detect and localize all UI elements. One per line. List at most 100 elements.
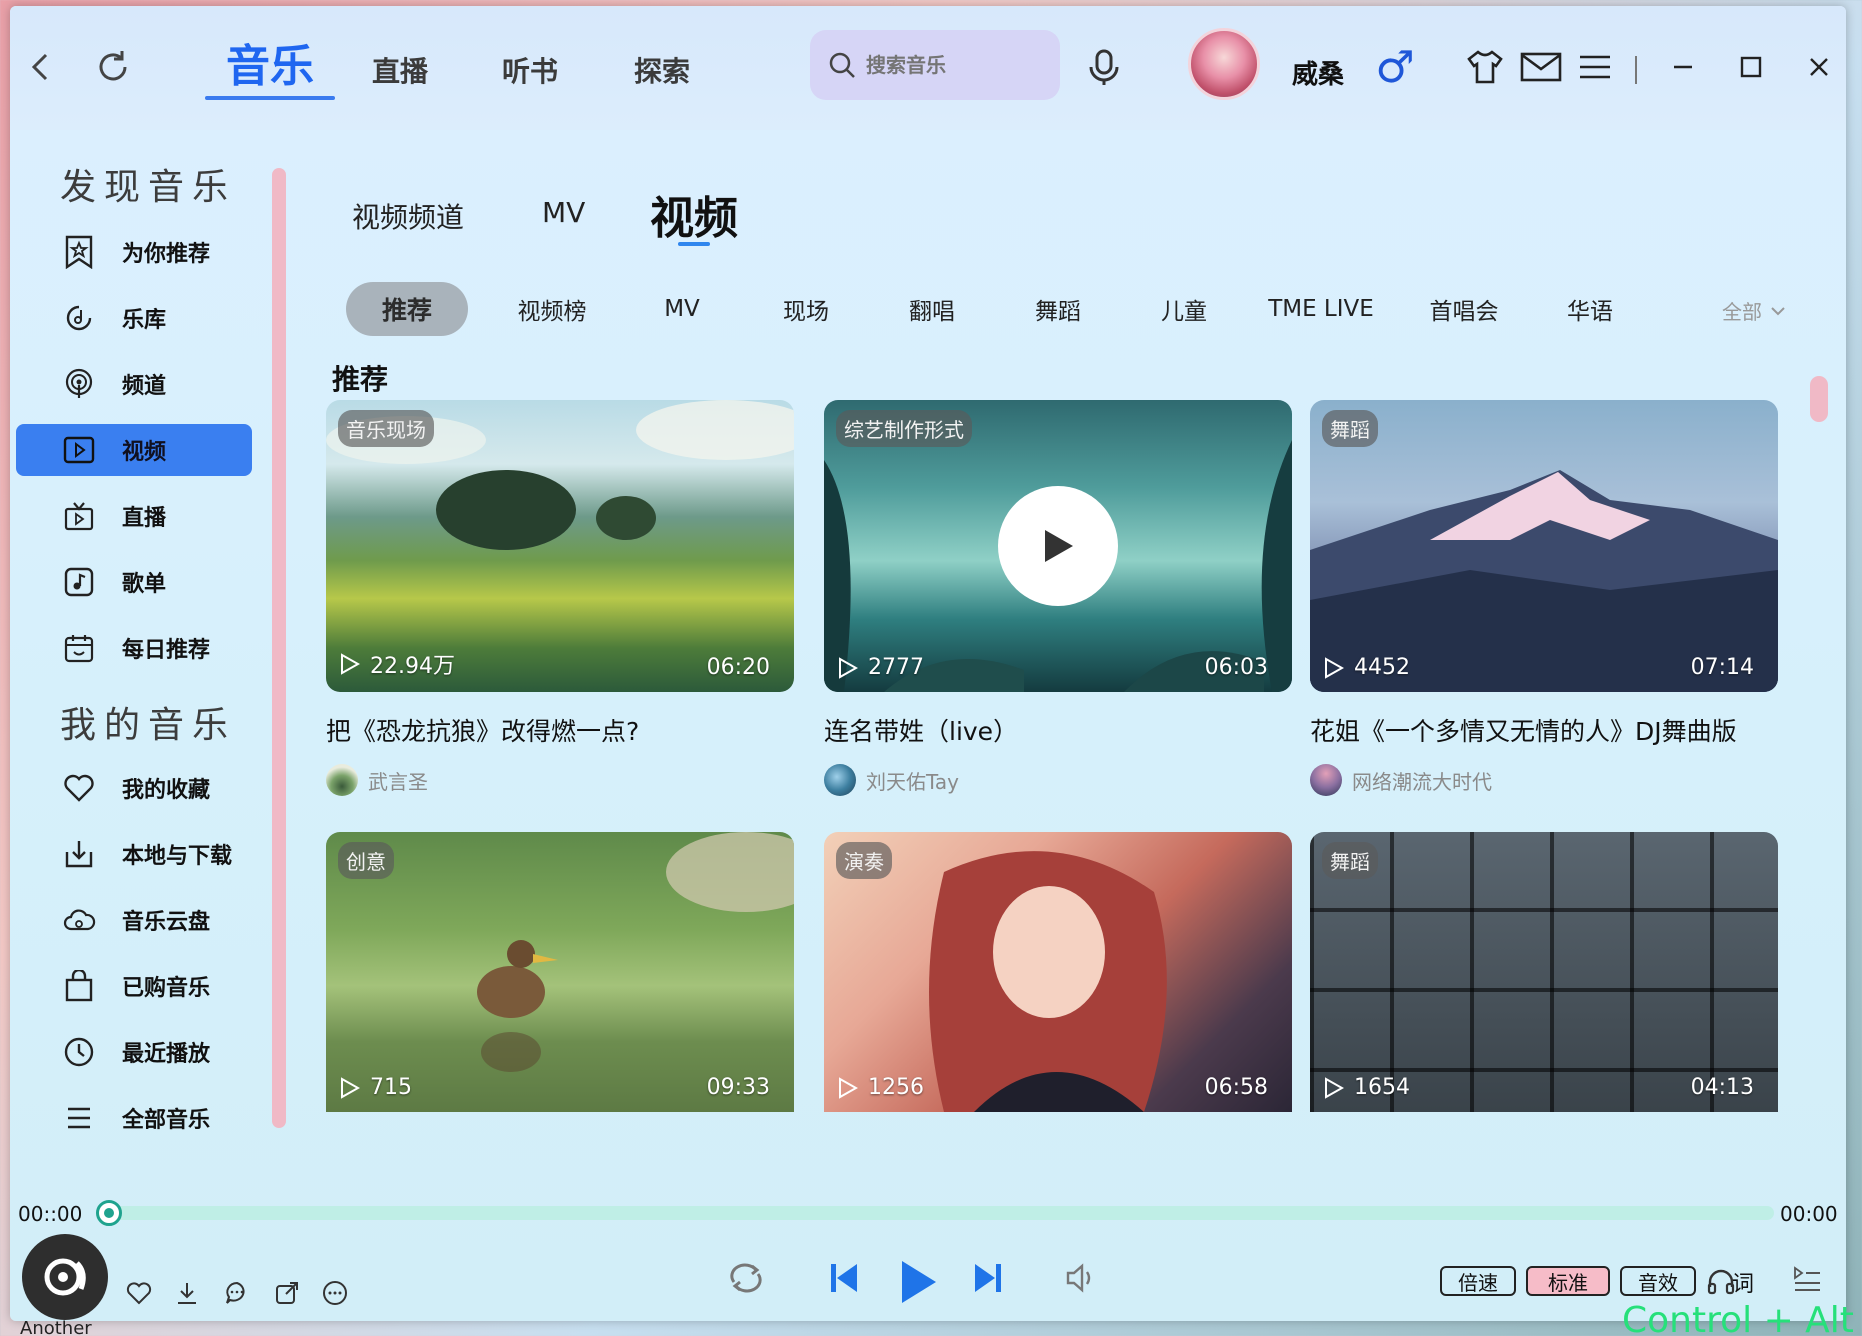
video-title[interactable]: 花姐《一个多情又无情的人》DJ舞曲版 (1310, 712, 1778, 748)
close-button[interactable] (1796, 44, 1842, 90)
play-video-button[interactable] (998, 486, 1118, 606)
tab-video[interactable]: 视频 (650, 182, 738, 246)
sidebar-item-recent[interactable]: 最近播放 (16, 1026, 252, 1078)
video-author[interactable]: 刘天佑Tay (824, 764, 1292, 796)
volume-button[interactable] (1060, 1254, 1104, 1302)
category-live-show[interactable]: 现场 (766, 282, 846, 336)
category-mv[interactable]: MV (642, 282, 722, 336)
speed-button[interactable]: 倍速 (1440, 1266, 1516, 1296)
play-count-value: 2777 (868, 655, 924, 680)
play-outline-icon (839, 656, 858, 679)
video-card[interactable]: 综艺制作形式 2777 06:03 连名带姓（live） 刘天佑Tay (824, 400, 1292, 796)
search-icon (829, 52, 855, 78)
top-bar: 音乐 直播 听书 探索 威桑 ♂ (10, 6, 1846, 130)
user-avatar[interactable] (1188, 28, 1260, 100)
playlist-queue-button[interactable] (1790, 1262, 1824, 1296)
album-cover[interactable] (22, 1234, 108, 1320)
back-button[interactable] (18, 44, 64, 90)
male-gender-icon: ♂ (1375, 41, 1415, 93)
refresh-button[interactable] (90, 44, 136, 90)
download-icon (178, 1283, 196, 1304)
sidebar-item-local-download[interactable]: 本地与下载 (16, 828, 252, 880)
messages-button[interactable] (1518, 44, 1564, 90)
sidebar-item-purchased[interactable]: 已购音乐 (16, 960, 252, 1012)
sidebar-item-playlist[interactable]: 歌单 (16, 556, 252, 608)
tab-mv[interactable]: MV (542, 196, 585, 229)
comment-button[interactable] (220, 1276, 254, 1310)
progress-bar[interactable] (106, 1206, 1774, 1220)
sidebar-item-channel[interactable]: 频道 (16, 358, 252, 410)
tab-audiobook[interactable]: 听书 (502, 50, 558, 90)
sidebar-scrollbar[interactable] (272, 168, 286, 1128)
sidebar-item-favorites[interactable]: 我的收藏 (16, 762, 252, 814)
repeat-mode-button[interactable] (722, 1254, 770, 1302)
video-author[interactable]: 武言圣 (326, 764, 794, 796)
category-chinese[interactable]: 华语 (1550, 282, 1630, 336)
video-tag: 舞蹈 (1322, 842, 1378, 879)
play-button[interactable] (890, 1254, 946, 1310)
mail-icon (1520, 52, 1562, 82)
search-input[interactable] (866, 53, 1046, 77)
sidebar-item-cloud[interactable]: 音乐云盘 (16, 894, 252, 946)
video-title[interactable]: 连名带姓（live） (824, 712, 1292, 748)
search-box[interactable] (810, 30, 1060, 100)
next-button[interactable] (966, 1254, 1010, 1302)
category-kids[interactable]: 儿童 (1144, 282, 1224, 336)
close-icon (1810, 58, 1828, 76)
video-title[interactable]: 把《恐龙抗狼》改得燃一点? (326, 712, 794, 748)
progress-handle[interactable] (96, 1200, 122, 1226)
category-cover[interactable]: 翻唱 (892, 282, 972, 336)
video-thumbnail[interactable]: 演奏 1256 06:58 (824, 832, 1292, 1112)
sidebar-item-all-music[interactable]: 全部音乐 (16, 1092, 252, 1144)
microphone-icon (1089, 49, 1119, 85)
category-tme-live[interactable]: TME LIVE (1262, 282, 1380, 336)
content-scrollbar[interactable] (1810, 376, 1828, 422)
maximize-button[interactable] (1728, 44, 1774, 90)
category-video-chart[interactable]: 视频榜 (502, 282, 602, 336)
share-button[interactable] (270, 1276, 304, 1310)
play-count: 22.94万 (340, 648, 455, 680)
previous-button[interactable] (822, 1254, 866, 1302)
video-thumbnail[interactable]: 舞蹈 4452 07:14 (1310, 400, 1778, 692)
sidebar-item-label: 频道 (122, 374, 167, 399)
user-name[interactable]: 威桑 (1292, 54, 1344, 91)
chevron-down-icon (1771, 306, 1785, 315)
tab-video-channel[interactable]: 视频频道 (352, 196, 464, 236)
sidebar-item-live[interactable]: 直播 (16, 490, 252, 542)
category-debut-concert[interactable]: 首唱会 (1414, 282, 1514, 336)
video-author[interactable]: 网络潮流大时代 (1310, 764, 1778, 796)
main-menu-button[interactable] (1572, 44, 1618, 90)
minimize-button[interactable] (1660, 44, 1706, 90)
video-thumbnail[interactable]: 舞蹈 1654 04:13 (1310, 832, 1778, 1112)
like-button[interactable] (122, 1276, 156, 1310)
skin-button[interactable] (1462, 44, 1508, 90)
video-tag: 演奏 (836, 842, 892, 879)
tab-live[interactable]: 直播 (372, 50, 428, 90)
tab-explore[interactable]: 探索 (634, 50, 690, 90)
sidebar-item-recommend[interactable]: 为你推荐 (16, 226, 252, 278)
tab-music[interactable]: 音乐 (226, 30, 314, 94)
video-thumbnail[interactable]: 创意 715 09:33 (326, 832, 794, 1112)
sidebar-item-label: 直播 (122, 506, 167, 531)
sidebar-item-library[interactable]: 乐库 (16, 292, 252, 344)
sound-effect-button[interactable]: 音效 (1620, 1266, 1696, 1296)
video-thumbnail[interactable]: 音乐现场 22.94万 06:20 (326, 400, 794, 692)
category-dance[interactable]: 舞蹈 (1018, 282, 1098, 336)
download-button[interactable] (170, 1276, 204, 1310)
video-card[interactable]: 舞蹈 1654 04:13 (1310, 832, 1778, 1112)
voice-search-button[interactable] (1082, 44, 1128, 90)
category-recommend[interactable]: 推荐 (346, 282, 468, 336)
video-card[interactable]: 音乐现场 22.94万 06:20 把《恐龙抗狼》改得燃一点? 武言圣 (326, 400, 794, 796)
sidebar-item-video[interactable]: 视频 (16, 424, 252, 476)
all-categories-dropdown[interactable]: 全部 (1722, 296, 1786, 325)
sidebar-item-daily[interactable]: 每日推荐 (16, 622, 252, 674)
shirt-icon (1467, 50, 1503, 84)
video-card[interactable]: 创意 715 09:33 (326, 832, 794, 1112)
author-name: 网络潮流大时代 (1352, 769, 1492, 794)
more-button[interactable] (318, 1276, 352, 1310)
video-card[interactable]: 演奏 1256 06:58 (824, 832, 1292, 1112)
video-thumbnail[interactable]: 综艺制作形式 2777 06:03 (824, 400, 1292, 692)
lyrics-button[interactable]: 词 (1732, 1266, 1754, 1298)
video-card[interactable]: 舞蹈 4452 07:14 花姐《一个多情又无情的人》DJ舞曲版 网络潮流大时代 (1310, 400, 1778, 796)
quality-button[interactable]: 标准 (1526, 1266, 1610, 1296)
